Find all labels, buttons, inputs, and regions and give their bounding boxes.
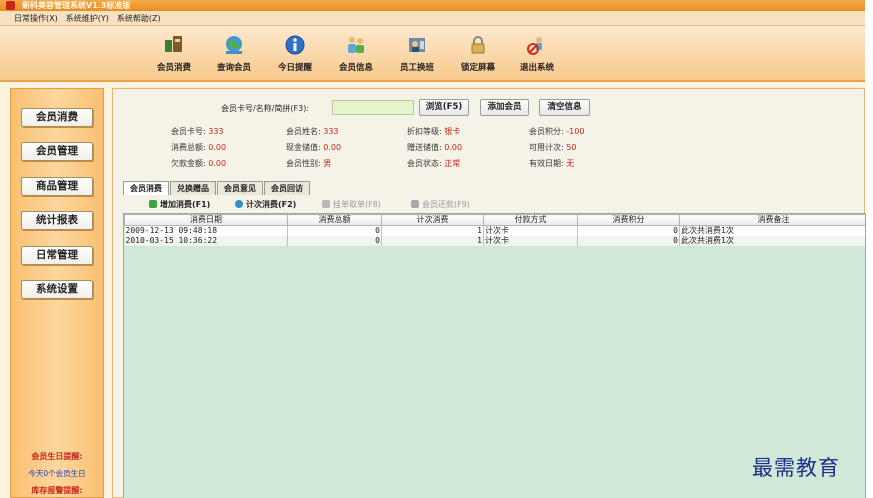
member-card-no: 会员卡号: 333	[171, 127, 224, 136]
sidebar-item-member-manage[interactable]: 会员管理	[21, 142, 93, 161]
app-window: 新科美容管理系统V1.3标准版 日常操作(X) 系统维护(Y) 系统帮助(Z) …	[0, 0, 866, 498]
cell-points: 0	[577, 225, 680, 236]
birthday-reminder-title: 会员生日提醒:	[31, 452, 83, 461]
tab-bar: 会员消费 兑换赠品 会员意见 会员回访	[123, 181, 311, 195]
tab-member-consume[interactable]: 会员消费	[123, 181, 169, 195]
cell-payment: 计次卡	[483, 225, 578, 236]
column-header-payment[interactable]: 付款方式	[483, 214, 578, 226]
clear-info-button[interactable]: 清空信息	[539, 99, 590, 116]
toolbar-label: 员工换班	[399, 63, 434, 73]
member-consume-total: 消费总额: 0.00	[171, 143, 227, 152]
column-header-total[interactable]: 消费总额	[287, 214, 382, 226]
action-bar: 增加消费(F1) 计次消费(F2) 挂单取单(F8) 会员还款(F9)	[123, 197, 863, 213]
menu-maintenance[interactable]: 系统维护(Y)	[66, 13, 109, 24]
table-row[interactable]: 2010-03-15 10:36:22 0 1 计次卡 0 此次共消费1次	[124, 236, 865, 246]
stock-alarm-title: 库存报警提醒:	[31, 486, 83, 495]
app-icon	[6, 1, 15, 10]
search-row: 会员卡号/名称/简拼(F3): 浏览(F5) 添加会员 清空信息	[113, 99, 866, 117]
member-cash-value: 现金储值: 0.00	[286, 143, 342, 152]
toolbar-search-member-button[interactable]: 查询会员	[205, 34, 263, 73]
birthday-reminder-text[interactable]: 今天0个会员生日	[11, 468, 103, 479]
plus-icon	[149, 200, 157, 208]
toolbar-member-consume-button[interactable]: 会员消费	[145, 34, 203, 73]
toolbar: 会员消费 查询会员 今日提醒 会员信息 员工换班 锁定屏幕 退出系统	[0, 26, 865, 82]
sidebar-item-goods-manage[interactable]: 商品管理	[21, 177, 93, 196]
info-icon	[284, 34, 306, 56]
member-gender: 会员性别: 男	[286, 159, 332, 168]
cell-times: 1	[381, 225, 484, 236]
search-input[interactable]	[332, 100, 414, 115]
sidebar-item-reports[interactable]: 统计报表	[21, 211, 93, 230]
member-points: 会员积分: -100	[529, 127, 585, 136]
toolbar-label: 退出系统	[519, 63, 554, 73]
tab-member-visit[interactable]: 会员回访	[264, 181, 310, 195]
cell-payment: 计次卡	[483, 236, 578, 246]
exit-icon	[526, 34, 548, 56]
search-label: 会员卡号/名称/简拼(F3):	[221, 104, 310, 113]
title-bar: 新科美容管理系统V1.3标准版	[0, 0, 865, 11]
menu-help[interactable]: 系统帮助(Z)	[117, 13, 161, 24]
member-gift-value: 赠送储值: 0.00	[407, 143, 463, 152]
sidebar: 会员消费 会员管理 商品管理 统计报表 日常管理 系统设置 会员生日提醒: 今天…	[10, 88, 104, 498]
tab-exchange-gift[interactable]: 兑换赠品	[170, 181, 216, 195]
globe-search-icon	[223, 34, 245, 56]
main-panel: 会员卡号/名称/简拼(F3): 浏览(F5) 添加会员 清空信息 会员卡号: 3…	[112, 88, 866, 498]
member-status: 会员状态: 正常	[407, 159, 461, 168]
globe-icon	[235, 200, 243, 208]
column-header-date[interactable]: 消费日期	[124, 214, 288, 226]
shift-icon	[406, 34, 428, 56]
toolbar-label: 今日提醒	[277, 63, 312, 73]
member-debt: 欠款金额: 0.00	[171, 159, 227, 168]
order-icon	[322, 200, 330, 208]
menu-bar: 日常操作(X) 系统维护(Y) 系统帮助(Z)	[0, 11, 865, 26]
member-consume-icon	[163, 34, 185, 56]
toolbar-member-info-button[interactable]: 会员信息	[327, 34, 385, 73]
member-expire-date: 有效日期: 无	[529, 159, 575, 168]
watermark: 最需教育	[752, 456, 840, 480]
table-row[interactable]: 2009-12-13 09:48:18 0 1 计次卡 0 此次共消费1次	[124, 225, 865, 236]
toolbar-label: 锁定屏幕	[460, 63, 495, 73]
cell-total: 0	[287, 225, 382, 236]
cell-date: 2009-12-13 09:48:18	[124, 225, 288, 236]
cell-date: 2010-03-15 10:36:22	[124, 236, 288, 246]
cell-note: 此次共消费1次	[679, 225, 865, 236]
times-consume-button[interactable]: 计次消费(F2)	[235, 199, 296, 210]
toolbar-label: 查询会员	[216, 63, 251, 73]
people-icon	[345, 34, 367, 56]
toolbar-label: 会员信息	[338, 63, 373, 73]
column-header-points[interactable]: 消费积分	[577, 214, 680, 226]
table-header-row: 消费日期 消费总额 计次消费 付款方式 消费积分 消费备注	[124, 214, 865, 226]
toolbar-staff-shift-button[interactable]: 员工换班	[388, 34, 446, 73]
member-discount: 折扣等级: 银卡	[407, 127, 461, 136]
member-name: 会员姓名: 333	[286, 127, 339, 136]
column-header-note[interactable]: 消费备注	[679, 214, 865, 226]
hang-order-button[interactable]: 挂单取单(F8)	[322, 199, 381, 210]
add-member-button[interactable]: 添加会员	[480, 99, 529, 116]
toolbar-label: 会员消费	[156, 63, 191, 73]
cell-points: 0	[577, 236, 680, 246]
browse-button[interactable]: 浏览(F5)	[419, 99, 469, 116]
sidebar-item-member-consume[interactable]: 会员消费	[21, 108, 93, 127]
sidebar-item-system-settings[interactable]: 系统设置	[21, 280, 93, 299]
cell-total: 0	[287, 236, 382, 246]
add-consume-button[interactable]: 增加消费(F1)	[149, 199, 210, 210]
toolbar-today-reminder-button[interactable]: 今日提醒	[266, 34, 324, 73]
toolbar-lock-screen-button[interactable]: 锁定屏幕	[449, 34, 507, 73]
lock-icon	[467, 34, 489, 56]
column-header-times[interactable]: 计次消费	[381, 214, 484, 226]
window-title: 新科美容管理系统V1.3标准版	[22, 1, 131, 10]
menu-daily[interactable]: 日常操作(X)	[14, 13, 58, 24]
member-repay-button[interactable]: 会员还款(F9)	[411, 199, 470, 210]
tab-member-feedback[interactable]: 会员意见	[217, 181, 263, 195]
toolbar-exit-button[interactable]: 退出系统	[508, 34, 566, 73]
cell-note: 此次共消费1次	[679, 236, 865, 246]
sidebar-item-daily-manage[interactable]: 日常管理	[21, 246, 93, 265]
repay-icon	[411, 200, 419, 208]
cell-times: 1	[381, 236, 484, 246]
member-available-times: 可用计次: 50	[529, 143, 577, 152]
